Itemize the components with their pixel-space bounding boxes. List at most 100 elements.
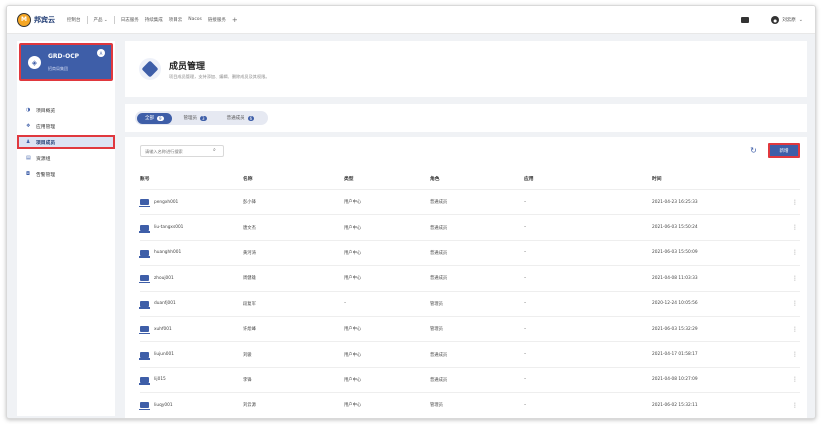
- table-row[interactable]: pengxh001 彭小锋 用户中心 普通成员 – 2021-04-23 16:25:33…: [139, 189, 800, 214]
- cell-type: 用户中心: [344, 403, 362, 409]
- apps-icon: ❖: [26, 123, 31, 129]
- members-header-icon: [139, 58, 161, 80]
- resource-icon: ▤: [26, 155, 31, 161]
- cell-type: 用户中心: [344, 225, 362, 231]
- table-row[interactable]: liu-tangxs001 唐文杰 用户中心 普通成员 – 2021-06-03 15:5…: [139, 214, 800, 239]
- tab-count-badge: 9: [157, 115, 164, 121]
- table-row[interactable]: huanghh001 黄河涛 用户中心 普通成员 – 2021-06-03 15:50:0…: [139, 239, 800, 265]
- more-options-icon[interactable]: ⋮: [790, 326, 800, 333]
- cell-time: 2021-04-08 10:27:09: [652, 377, 698, 383]
- column-header-role: 角色: [430, 176, 440, 182]
- sidebar-item-resource-group[interactable]: ▤ 资源组: [17, 151, 115, 165]
- members-table-card: ⌕ ↻ 新增 账号 名称 类型 角色 应用 时间 pengxh001彭小锋用户中…: [125, 137, 807, 418]
- cell-app: –: [524, 275, 527, 281]
- logo[interactable]: M 邦宾云: [17, 12, 55, 27]
- project-badge: A: [97, 49, 105, 57]
- nav-console[interactable]: 控制台: [67, 17, 81, 23]
- account-text: duanfj001: [154, 301, 176, 307]
- cell-app: –: [524, 301, 527, 307]
- column-header-name: 名称: [243, 176, 253, 182]
- sidebar-item-label: 项目成员: [36, 140, 56, 146]
- cell-name: 周健雄: [243, 276, 256, 282]
- table-row[interactable]: xuhf001 许烩峰 用户中心 管理员 – 2021-06-03 15:32:29 ⋮: [139, 316, 800, 341]
- tab-regular-members[interactable]: 普通成员 6: [219, 113, 263, 124]
- column-header-time: 时间: [652, 176, 662, 182]
- cell-type: 用户中心: [344, 200, 362, 206]
- more-options-icon[interactable]: ⋮: [790, 402, 800, 409]
- nav-ci[interactable]: 持续集成: [145, 17, 163, 23]
- more-options-icon[interactable]: ⋮: [790, 351, 800, 358]
- more-options-icon[interactable]: ⋮: [790, 224, 800, 231]
- nav-project-cloud[interactable]: 项目云: [169, 17, 183, 23]
- tab-all[interactable]: 全部 9: [137, 112, 172, 124]
- table-row[interactable]: duanfj001 段复军 – 管理员 – 2020-12-24 10:05:56 ⋮: [139, 290, 800, 316]
- cell-account: liuqy001: [139, 402, 243, 411]
- sidebar-item-alerts[interactable]: ◘ 告警管理: [17, 167, 115, 181]
- user-name[interactable]: 刘云原: [782, 17, 796, 23]
- nav-nacos[interactable]: Nacos: [188, 17, 202, 22]
- cell-time: 2020-12-24 10:05:56: [652, 301, 698, 307]
- nav-products[interactable]: 产品 ⌄: [94, 17, 108, 23]
- refresh-icon[interactable]: ↻: [749, 146, 758, 155]
- cell-app: –: [524, 402, 527, 408]
- account-text: liujun001: [154, 352, 174, 358]
- mail-icon[interactable]: [741, 17, 750, 23]
- tab-label: 普通成员: [226, 116, 245, 121]
- cell-time: 2021-06-03 15:32:29: [652, 326, 698, 332]
- more-options-icon[interactable]: ⋮: [790, 249, 800, 256]
- project-card[interactable]: ◈ GRD-OCP 招商局集团 A: [19, 43, 113, 81]
- more-options-icon[interactable]: ⋮: [790, 300, 800, 307]
- top-nav: 控制台 产品 ⌄ 日志服务 持续集成 项目云 Nacos 链接服务 +: [67, 15, 238, 24]
- column-header-type: 类型: [344, 176, 354, 182]
- user-avatar-icon[interactable]: ●: [771, 16, 780, 24]
- cell-account: duanfj001: [139, 300, 243, 309]
- chevron-down-icon[interactable]: ⌄: [799, 17, 803, 23]
- cell-name: 许烩峰: [243, 327, 256, 333]
- table-row[interactable]: liujun001 刘骏 用户中心 普通成员 – 2021-04-17 01:58:17 ⋮: [139, 341, 800, 366]
- account-text: liu-tangxs001: [154, 225, 184, 231]
- tab-count-badge: 3: [200, 115, 207, 121]
- laptop-icon: [139, 249, 150, 258]
- tab-label: 管理员: [183, 116, 198, 121]
- members-icon: ♟: [26, 139, 31, 145]
- cell-account: liujun001: [139, 351, 243, 360]
- sidebar-item-overview[interactable]: ◑ 项目概览: [17, 103, 115, 117]
- account-text: xuhf001: [154, 326, 172, 332]
- account-text: zhouj001: [154, 275, 174, 281]
- more-options-icon[interactable]: ⋮: [790, 376, 800, 383]
- cell-role: 普通成员: [430, 352, 448, 358]
- project-name: GRD-OCP: [48, 53, 80, 60]
- cell-name: 彭小锋: [243, 200, 256, 206]
- page-title: 成员管理: [169, 62, 206, 72]
- tab-admins[interactable]: 管理员 3: [176, 113, 215, 124]
- laptop-icon: [139, 402, 150, 411]
- cell-time: 2021-04-23 16:25:33: [652, 199, 698, 205]
- cell-app: –: [524, 352, 527, 358]
- more-options-icon[interactable]: ⋮: [790, 275, 800, 282]
- page-header: 成员管理 项目成员管理，支持添加、编辑、删除成员及其权限。: [125, 41, 807, 97]
- cell-role: 普通成员: [430, 377, 448, 383]
- sidebar-item-apps[interactable]: ❖ 应用管理: [17, 119, 115, 133]
- alert-icon: ◘: [26, 171, 30, 177]
- search-icon[interactable]: ⌕: [213, 147, 216, 153]
- table-row[interactable]: lij015 李锋 用户中心 普通成员 – 2021-04-08 10:27:09 ⋮: [139, 366, 800, 392]
- cell-account: xuhf001: [139, 326, 243, 335]
- table-row[interactable]: liuqy001 刘云源 用户中心 管理员 – 2021-06-02 15:32:11 ⋮: [139, 392, 800, 417]
- cell-name: 唐文杰: [243, 225, 256, 231]
- laptop-icon: [139, 376, 150, 385]
- sidebar-item-members[interactable]: ♟ 项目成员: [17, 135, 115, 149]
- more-options-icon[interactable]: ⋮: [790, 199, 800, 206]
- logo-text: 邦宾云: [34, 14, 55, 24]
- laptop-icon: [139, 224, 150, 233]
- cell-app: –: [524, 199, 527, 205]
- cell-account: pengxh001: [139, 199, 243, 208]
- nav-log-service[interactable]: 日志服务: [121, 17, 139, 23]
- column-header-app: 应用: [524, 176, 534, 182]
- add-nav-icon[interactable]: +: [232, 16, 238, 24]
- search-input[interactable]: [140, 145, 224, 157]
- cell-name: 刘骏: [243, 352, 252, 358]
- add-member-button[interactable]: 新增: [768, 143, 800, 158]
- table-row[interactable]: zhouj001 周健雄 用户中心 普通成员 – 2021-04-08 11:03:33 ⋮: [139, 265, 800, 290]
- nav-link-service[interactable]: 链接服务: [208, 17, 226, 23]
- tab-count-badge: 6: [247, 115, 255, 121]
